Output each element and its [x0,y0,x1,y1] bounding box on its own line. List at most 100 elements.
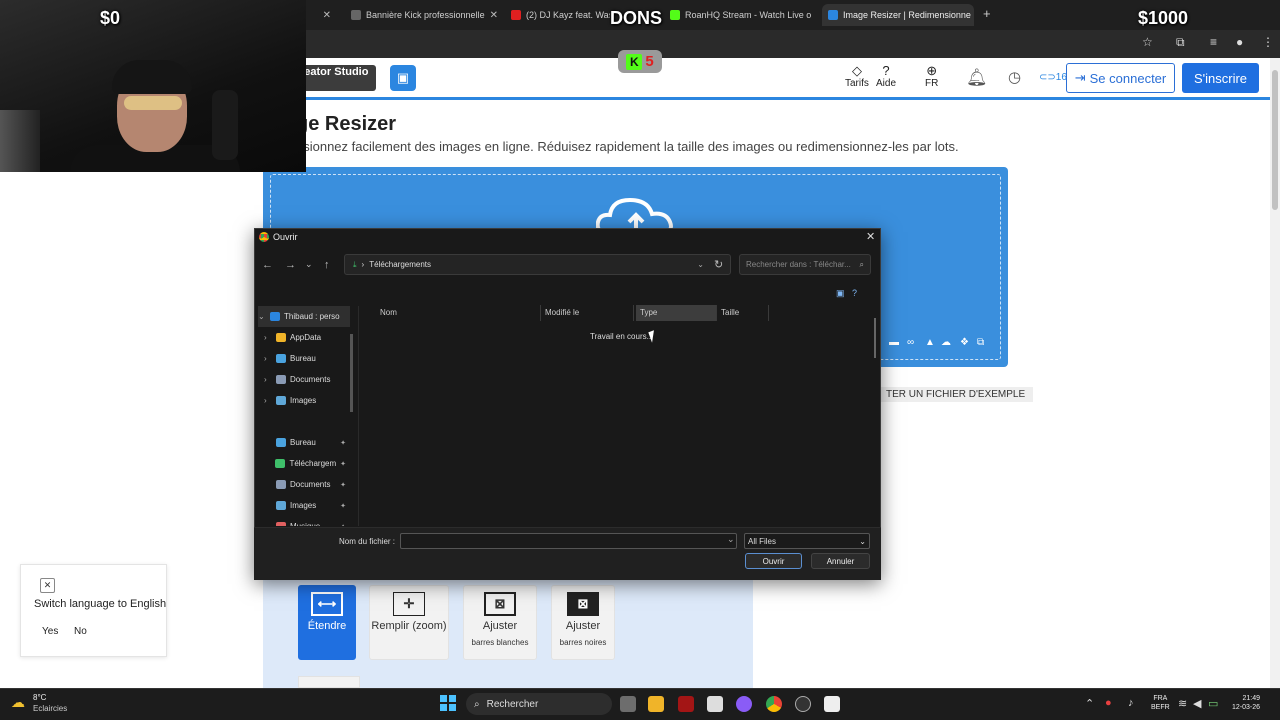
filename-input[interactable] [400,533,737,549]
chevron-icon[interactable]: › [264,354,272,363]
column-modified[interactable]: Modifié le [545,308,579,317]
nav-pane-item[interactable]: Musique ✦ [258,516,350,526]
nav-pane-item[interactable]: Images ✦ [258,495,350,516]
sample-file-button[interactable]: TER UN FICHIER D'EXEMPLE [878,387,1034,402]
tray-app-icon[interactable]: ● [1105,697,1112,709]
language-yes-button[interactable]: Yes [42,626,58,637]
tab-youtube[interactable]: (2) DJ Kayz feat. Wassila [505,4,610,26]
open-button[interactable]: Ouvrir [745,553,802,569]
input-language[interactable]: FRA BEFR [1151,694,1170,712]
star-icon[interactable]: ☆ [1142,35,1153,49]
chevron-up-icon[interactable]: ⌃ [1085,697,1094,710]
close-icon[interactable]: ✕ [866,230,875,243]
help-link[interactable]: ? Aide [876,63,896,89]
start-button-icon[interactable] [440,695,456,711]
tab-kick-banner[interactable]: Bannière Kick professionnelle ✕ [345,4,500,26]
credits-counter[interactable]: ⊂⊃16 [1039,72,1067,83]
column-divider[interactable] [716,305,717,321]
nav-pane-item[interactable]: › AppData [258,327,350,348]
tab-image-resizer[interactable]: Image Resizer | Redimensionne✕ [822,4,974,26]
nav-pane-item[interactable]: › Documents [258,369,350,390]
folder-icon[interactable]: ▬ [889,337,899,348]
copy-icon[interactable]: ⧉ [977,337,984,348]
app-icon[interactable] [678,696,694,712]
nav-pane-item[interactable]: Bureau ✦ [258,432,350,453]
tab-partial[interactable]: ✕ [307,4,337,26]
column-divider[interactable] [540,305,541,321]
store-icon[interactable] [707,696,723,712]
tab-kick-stream[interactable]: RoanHQ Stream - Watch Live o✕ [664,4,814,26]
nav-pane-item[interactable]: ⌄ Thibaud : perso [258,306,350,327]
menu-icon[interactable]: ⋮ [1262,35,1274,49]
dropbox-icon[interactable]: ❖ [960,337,969,348]
path-segment[interactable]: Téléchargements [369,260,431,269]
nav-pane-item[interactable]: Téléchargem ✦ [258,453,350,474]
mode-option-partial[interactable] [298,676,360,688]
volume-icon[interactable]: ◀ [1193,697,1201,710]
creator-studio-button[interactable]: reator Studio 2 [300,65,376,91]
weather-description[interactable]: Eclaircies [33,704,67,713]
mode-stretch[interactable]: ⟷ Étendre [298,585,356,660]
chrome-icon[interactable] [766,696,782,712]
microphone-icon[interactable]: ♪ [1128,697,1134,709]
column-size[interactable]: Taille [721,308,739,317]
reading-list-icon[interactable]: ≡ [1210,35,1217,49]
extensions-icon[interactable]: ⧉ [1176,35,1185,50]
chevron-down-icon[interactable]: ⌄ [727,534,735,545]
language-no-button[interactable]: No [74,626,87,637]
list-scrollbar[interactable] [874,318,876,358]
login-button[interactable]: ⇥ Se connecter [1066,63,1175,93]
battery-icon[interactable]: ▭ [1208,697,1218,710]
dialog-search-input[interactable]: Rechercher dans : Téléchar... ⌕ [739,254,871,275]
help-icon[interactable]: ? [852,288,857,298]
clock[interactable]: 21:49 12-03-26 [1232,694,1260,712]
nav-pane-item[interactable]: Documents ✦ [258,474,350,495]
mode-fill-zoom[interactable]: ✛ Remplir (zoom) [369,585,449,660]
forward-icon[interactable]: → [285,259,296,271]
new-tab-icon[interactable]: + [983,6,991,21]
chevron-icon[interactable]: › [264,396,272,405]
column-name[interactable]: Nom [380,308,397,317]
task-view-icon[interactable] [620,696,636,712]
capcut-icon[interactable] [824,696,840,712]
link-icon[interactable]: ∞ [907,337,914,348]
view-icon[interactable]: ▣ [836,288,845,298]
up-icon[interactable]: ↑ [324,259,330,271]
weather-icon[interactable]: ☁ [11,694,25,711]
image-tool-icon[interactable]: ▣ [390,65,416,91]
close-icon[interactable]: ✕ [40,578,55,593]
close-icon[interactable]: ✕ [323,10,331,21]
app-icon[interactable] [795,696,811,712]
chevron-icon[interactable]: › [264,333,272,342]
chevron-down-icon[interactable]: ⌄ [305,259,313,270]
taskbar-search[interactable]: ⌕ Rechercher [466,693,612,715]
nav-scrollbar[interactable] [350,334,353,412]
back-icon[interactable]: ← [262,259,273,271]
mode-fit-black[interactable]: ⊠ Ajuster barres noires [551,585,615,660]
path-bar[interactable]: ⤓ › Téléchargements ⌄ [344,254,731,275]
view-options[interactable]: ▣ ? [836,288,857,299]
column-divider[interactable] [768,305,769,321]
chevron-icon[interactable]: › [264,375,272,384]
chevron-down-icon[interactable]: ⌄ [697,260,704,269]
profile-icon[interactable]: ● [1236,35,1243,49]
refresh-icon[interactable]: ↻ [714,258,723,271]
pricing-link[interactable]: ◇ Tarifs [845,63,869,89]
column-divider[interactable] [633,305,634,321]
language-selector[interactable]: ⊕ FR [925,63,938,89]
cancel-button[interactable]: Annuler [811,553,870,569]
mode-fit-white[interactable]: ⊠ Ajuster barres blanches [463,585,537,660]
column-type[interactable]: Type [636,305,716,321]
bell-icon[interactable]: 🔔︎ [966,68,988,88]
nav-pane-item[interactable]: › Images [258,390,350,411]
file-type-select[interactable]: All Files ⌄ [744,533,870,549]
file-explorer-icon[interactable] [648,696,664,712]
history-icon[interactable]: ◷ [1008,68,1021,86]
close-icon[interactable]: ✕ [490,10,498,21]
drive-icon[interactable]: ▲ [925,337,935,348]
app-icon[interactable] [736,696,752,712]
chevron-icon[interactable]: ⌄ [258,312,266,321]
page-scrollbar-thumb[interactable] [1272,70,1278,210]
pane-divider[interactable] [358,306,359,526]
wifi-icon[interactable]: ≋ [1178,697,1187,710]
